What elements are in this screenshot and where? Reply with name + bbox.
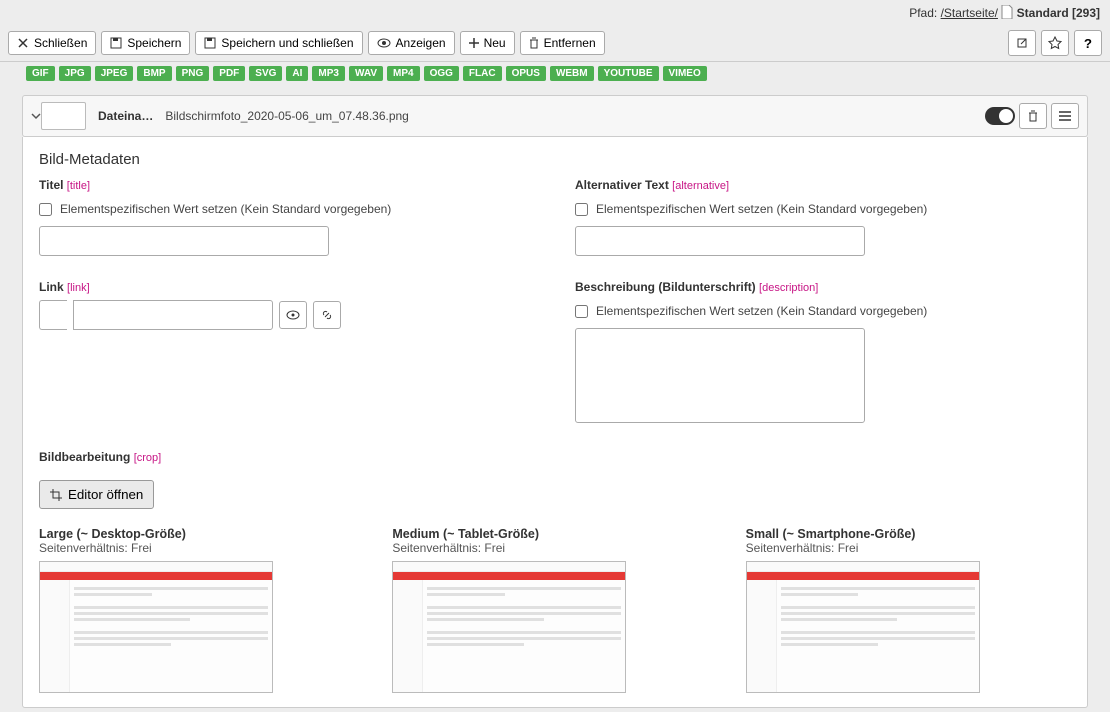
field-link: Link [link] bbox=[39, 280, 535, 426]
trash-icon bbox=[529, 37, 539, 49]
save-button[interactable]: Speichern bbox=[101, 31, 190, 55]
view-button[interactable]: Anzeigen bbox=[368, 31, 455, 55]
preview-0: Large (~ Desktop-Größe)Seitenverhältnis:… bbox=[39, 527, 364, 693]
preview-title: Medium (~ Tablet-Größe) bbox=[392, 527, 717, 541]
link-browse-button[interactable] bbox=[279, 301, 307, 329]
open-editor-button[interactable]: Editor öffnen bbox=[39, 480, 154, 509]
new-button[interactable]: Neu bbox=[460, 31, 515, 55]
metadata-panel: Bild-Metadaten Titel [title] Elementspez… bbox=[22, 137, 1088, 708]
desc-override-checkbox[interactable] bbox=[575, 305, 588, 318]
tag-jpeg: JPEG bbox=[95, 66, 134, 81]
preview-title: Large (~ Desktop-Größe) bbox=[39, 527, 364, 541]
preview-thumbnail[interactable] bbox=[746, 561, 980, 693]
alt-input[interactable] bbox=[575, 226, 865, 256]
preview-ratio: Seitenverhältnis: Frei bbox=[746, 541, 1071, 555]
breadcrumb-start[interactable]: /Startseite/ bbox=[941, 6, 998, 20]
delete-button[interactable]: Entfernen bbox=[520, 31, 605, 55]
save-close-button[interactable]: Speichern und schließen bbox=[195, 31, 362, 55]
path-label: Pfad: bbox=[909, 6, 937, 20]
tag-vimeo: VIMEO bbox=[663, 66, 707, 81]
save-close-icon bbox=[204, 37, 216, 49]
filename-value: Bildschirmfoto_2020-05-06_um_07.48.36.pn… bbox=[165, 109, 409, 123]
visibility-toggle[interactable] bbox=[985, 107, 1015, 125]
file-thumbnail bbox=[41, 102, 86, 130]
field-title: Titel [title] Elementspezifischen Wert s… bbox=[39, 178, 535, 256]
crop-icon bbox=[50, 489, 62, 501]
breadcrumb: Pfad: /Startseite/ Standard [293] bbox=[0, 0, 1110, 25]
tag-webm: WEBM bbox=[550, 66, 594, 81]
tag-youtube: YOUTUBE bbox=[598, 66, 659, 81]
field-alt: Alternativer Text [alternative] Elements… bbox=[575, 178, 1071, 256]
tag-pdf: PDF bbox=[213, 66, 245, 81]
file-delete-button[interactable] bbox=[1019, 103, 1047, 129]
close-icon bbox=[17, 37, 29, 49]
file-type-tags: GIF JPG JPEGBMP PNGPDF SVG AI MP3 WAV MP4 OGG FLAC… bbox=[10, 62, 1100, 85]
tag-png: PNG bbox=[176, 66, 210, 81]
field-crop: Bildbearbeitung [crop] Editor öffnen Lar… bbox=[39, 450, 1071, 693]
preview-title: Small (~ Smartphone-Größe) bbox=[746, 527, 1071, 541]
tag-mp3: MP3 bbox=[312, 66, 345, 81]
tag-flac: FLAC bbox=[463, 66, 502, 81]
help-button[interactable]: ? bbox=[1074, 30, 1102, 56]
breadcrumb-current: Standard [293] bbox=[1017, 6, 1100, 20]
field-description: Beschreibung (Bildunterschrift) [descrip… bbox=[575, 280, 1071, 426]
preview-1: Medium (~ Tablet-Größe)Seitenverhältnis:… bbox=[392, 527, 717, 693]
eye-icon bbox=[377, 38, 391, 48]
file-icon bbox=[1001, 6, 1016, 20]
tag-mp4: MP4 bbox=[387, 66, 420, 81]
preview-thumbnail[interactable] bbox=[392, 561, 626, 693]
preview-2: Small (~ Smartphone-Größe)Seitenverhältn… bbox=[746, 527, 1071, 693]
close-button[interactable]: Schließen bbox=[8, 31, 96, 55]
tag-jpg: JPG bbox=[59, 66, 91, 81]
external-link-button[interactable] bbox=[1008, 30, 1036, 56]
description-textarea[interactable] bbox=[575, 328, 865, 423]
tag-bmp: BMP bbox=[137, 66, 171, 81]
star-button[interactable] bbox=[1041, 30, 1069, 56]
alt-override-checkbox[interactable] bbox=[575, 203, 588, 216]
tag-gif: GIF bbox=[26, 66, 55, 81]
main-toolbar: Schließen Speichern Speichern und schlie… bbox=[0, 25, 1110, 62]
tag-ai: AI bbox=[286, 66, 308, 81]
tag-opus: OPUS bbox=[506, 66, 546, 81]
title-override-checkbox[interactable] bbox=[39, 203, 52, 216]
title-input[interactable] bbox=[39, 226, 329, 256]
filename-label: Dateina… bbox=[98, 109, 153, 123]
tag-wav: WAV bbox=[349, 66, 383, 81]
chevron-down-icon[interactable] bbox=[31, 111, 41, 121]
preview-ratio: Seitenverhältnis: Frei bbox=[392, 541, 717, 555]
file-row: Dateina… Bildschirmfoto_2020-05-06_um_07… bbox=[22, 95, 1088, 137]
save-icon bbox=[110, 37, 122, 49]
link-icon-button[interactable] bbox=[313, 301, 341, 329]
section-title: Bild-Metadaten bbox=[39, 151, 1071, 168]
link-input[interactable] bbox=[73, 300, 273, 330]
preview-ratio: Seitenverhältnis: Frei bbox=[39, 541, 364, 555]
plus-icon bbox=[469, 38, 479, 48]
tag-ogg: OGG bbox=[424, 66, 459, 81]
preview-thumbnail[interactable] bbox=[39, 561, 273, 693]
link-type-selector[interactable] bbox=[39, 300, 67, 330]
hamburger-button[interactable] bbox=[1051, 103, 1079, 129]
tag-svg: SVG bbox=[249, 66, 282, 81]
